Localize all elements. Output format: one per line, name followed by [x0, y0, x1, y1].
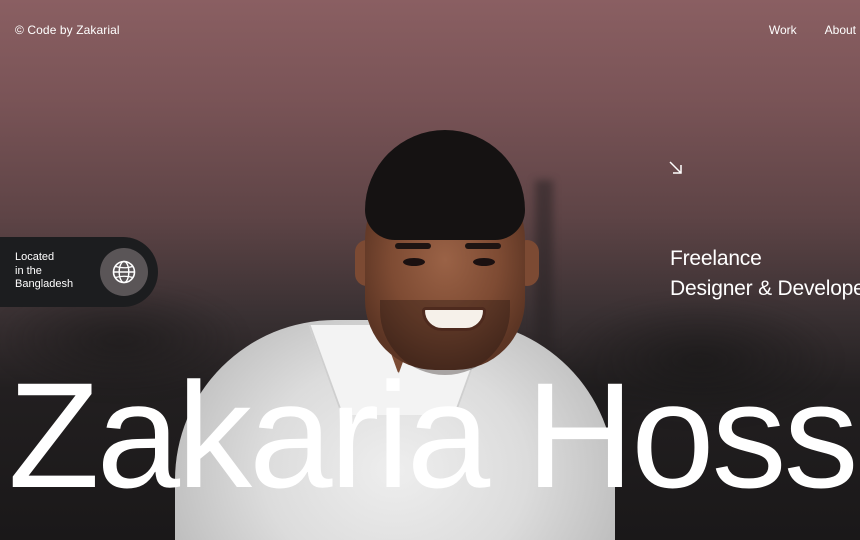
portrait-eye-left: [403, 258, 425, 266]
hero-name: Zakaria Hossain: [8, 351, 860, 519]
tagline-line-2: Designer & Developer: [670, 277, 860, 300]
tagline-line-1: Freelance: [670, 247, 762, 270]
globe-icon: [100, 248, 148, 296]
nav-link-work[interactable]: Work: [769, 23, 797, 37]
portrait-smile: [422, 307, 486, 331]
arrow-down-right-icon: [669, 161, 682, 174]
location-line-3: Bangladesh: [15, 278, 74, 290]
nav-link-about[interactable]: About: [825, 23, 856, 37]
location-pill: Located in the Bangladesh: [0, 237, 158, 307]
tagline: Freelance Designer & Developer: [670, 244, 860, 304]
location-line-1: Located: [15, 251, 55, 263]
portrait-brow-left: [395, 243, 431, 249]
location-text: Located in the Bangladesh: [15, 251, 85, 292]
brand-logo[interactable]: © Code by Zakarial: [15, 23, 120, 37]
portrait-eye-right: [473, 258, 495, 266]
location-line-2: in the: [15, 264, 42, 277]
main-nav: Work About: [769, 23, 856, 37]
portrait-brow-right: [465, 243, 501, 249]
portrait-hair: [365, 130, 525, 240]
